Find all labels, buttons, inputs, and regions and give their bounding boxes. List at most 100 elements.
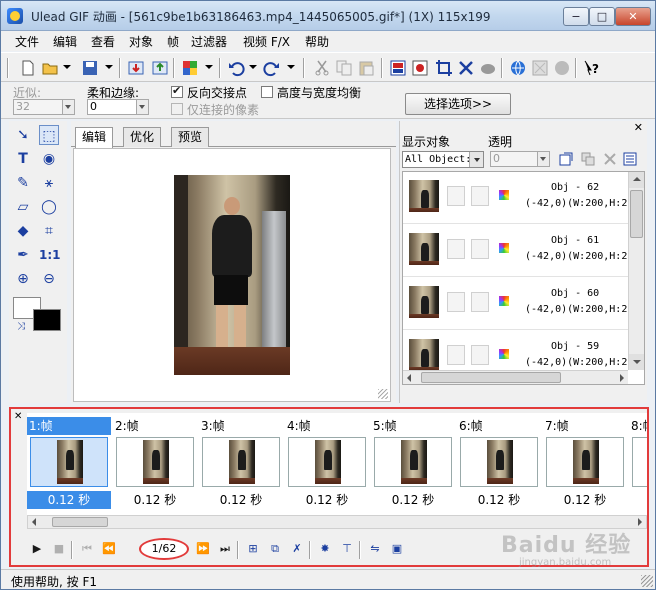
frames-horizontal-scrollbar[interactable] [27,515,647,529]
object-visibility-box[interactable] [447,292,465,312]
eraser-tool-icon[interactable]: ▱ [13,197,33,217]
frame-props-icon[interactable] [389,59,407,77]
object-info-icon[interactable] [622,151,638,167]
cut-icon[interactable] [313,59,331,77]
scroll-right-button[interactable] [620,374,624,382]
delete-object-icon[interactable] [602,151,618,167]
scroll-thumb[interactable] [630,190,643,238]
object-list-vertical-scrollbar[interactable] [628,172,644,370]
magic-wand-tool-icon[interactable]: ⚹ [39,173,59,193]
play-icon[interactable]: ▶ [29,541,45,557]
optimize-icon[interactable] [411,59,429,77]
object-list-horizontal-scrollbar[interactable] [403,370,628,384]
eyedropper-tool-icon[interactable]: ◉ [39,149,59,169]
maximize-button[interactable]: □ [589,7,615,26]
menu-object[interactable]: 对象 [129,33,153,50]
save-icon[interactable] [81,59,99,77]
object-visibility-box[interactable] [447,186,465,206]
scroll-left-button[interactable] [407,374,411,382]
lasso-tool-icon[interactable]: ◯ [39,197,59,217]
trim-icon[interactable] [457,59,475,77]
swap-colors-icon[interactable]: ⤨ [17,321,25,332]
frame-thumbnail[interactable]: 2:帧 0.12 秒 [113,413,197,513]
delete-frame-icon[interactable]: ✗ [289,541,305,557]
menu-view[interactable]: 查看 [91,33,115,50]
frame-thumbnail[interactable]: 3:帧 0.12 秒 [199,413,283,513]
add-frame-icon[interactable]: ⊞ [245,541,261,557]
object-lock-box[interactable] [471,239,489,259]
menu-video-fx[interactable]: 视频 F/X [243,33,290,50]
chevron-down-icon[interactable] [537,152,549,166]
frame-properties-icon[interactable]: ▣ [389,541,405,557]
dropper-tool-icon[interactable]: ✒ [13,245,33,265]
frame-thumbnail[interactable]: 7:帧 0.12 秒 [543,413,627,513]
close-button[interactable]: ✕ [615,7,651,26]
menu-filter[interactable]: 过滤器 [191,33,227,50]
frame-thumbnail[interactable]: 4:帧 0.12 秒 [285,413,369,513]
actual-size-tool-icon[interactable]: 1:1 [39,245,61,265]
browser-preview-icon[interactable] [479,59,497,77]
text-tool-icon[interactable]: T [13,149,33,169]
resize-grip[interactable] [378,389,388,399]
menu-edit[interactable]: 编辑 [53,33,77,50]
lock-icon[interactable] [531,59,549,77]
scroll-thumb[interactable] [421,372,561,383]
reverse-order-icon[interactable]: ⇋ [367,541,383,557]
tab-optimize[interactable]: 优化 [123,127,162,147]
fill-tool-icon[interactable]: ◆ [13,221,33,241]
marquee-tool-icon[interactable]: ⬚ [39,125,59,145]
menu-file[interactable]: 文件 [15,33,39,50]
help-icon[interactable]: ? [583,59,601,77]
scroll-down-button[interactable] [629,354,644,370]
show-objects-select[interactable]: All Object: [402,151,484,168]
paste-icon[interactable] [357,59,375,77]
scroll-up-button[interactable] [629,172,644,188]
list-item[interactable]: Obj - 62 (-42,0)(W:200,H:2 [403,172,628,224]
duplicate-object-icon[interactable] [580,151,596,167]
list-item[interactable]: Obj - 60 (-42,0)(W:200,H:2 [403,278,628,330]
undo-dropdown-icon[interactable] [249,65,257,69]
select-options-button[interactable]: 选择选项>> [405,93,511,115]
opacity-spinner[interactable]: 0 [490,151,550,167]
stop-icon[interactable]: ■ [51,541,67,557]
pointer-tool-icon[interactable]: ➘ [13,125,33,145]
object-visibility-box[interactable] [447,239,465,259]
copy-icon[interactable] [335,59,353,77]
redo-dropdown-icon[interactable] [287,65,295,69]
minimize-button[interactable]: − [563,7,589,26]
resize-grip[interactable] [641,575,653,587]
scroll-right-button[interactable] [638,518,642,526]
color-dropdown-icon[interactable] [205,65,213,69]
crop-icon[interactable] [435,59,453,77]
previous-frame-icon[interactable]: ⏪ [101,541,117,557]
last-frame-icon[interactable]: ⏭ [217,541,233,557]
open-dropdown-icon[interactable] [63,65,71,69]
globe-icon[interactable] [553,59,571,77]
crop-tool-icon[interactable]: ⌗ [39,221,59,241]
color-icon[interactable] [181,59,199,77]
frame-thumbnail[interactable]: 5:帧 0.12 秒 [371,413,455,513]
undo-icon[interactable] [227,59,245,77]
object-lock-box[interactable] [471,345,489,365]
web-icon[interactable] [509,59,527,77]
brush-tool-icon[interactable]: ✎ [13,173,33,193]
invert-checkbox[interactable] [171,84,183,98]
frame-thumbnail[interactable]: 8:帧 [629,413,647,513]
background-color-swatch[interactable] [33,309,61,331]
aspect-checkbox[interactable] [261,86,273,98]
menu-help[interactable]: 帮助 [305,33,329,50]
object-lock-box[interactable] [471,292,489,312]
banner-text-icon[interactable]: ⊤ [339,541,355,557]
duplicate-frame-icon[interactable]: ⧉ [267,541,283,557]
tween-icon[interactable]: ✸ [317,541,333,557]
zoom-in-tool-icon[interactable]: ⊕ [13,269,33,289]
scroll-left-button[interactable] [32,518,36,526]
image-canvas[interactable] [73,148,391,402]
chevron-down-icon[interactable] [136,100,148,114]
import-icon[interactable] [127,59,145,77]
tab-preview[interactable]: 预览 [171,127,210,147]
connected-checkbox[interactable] [171,103,183,115]
feather-spinner[interactable]: 0 [87,99,149,115]
first-frame-icon[interactable]: ⏮ [79,541,95,557]
export-icon[interactable] [151,59,169,77]
